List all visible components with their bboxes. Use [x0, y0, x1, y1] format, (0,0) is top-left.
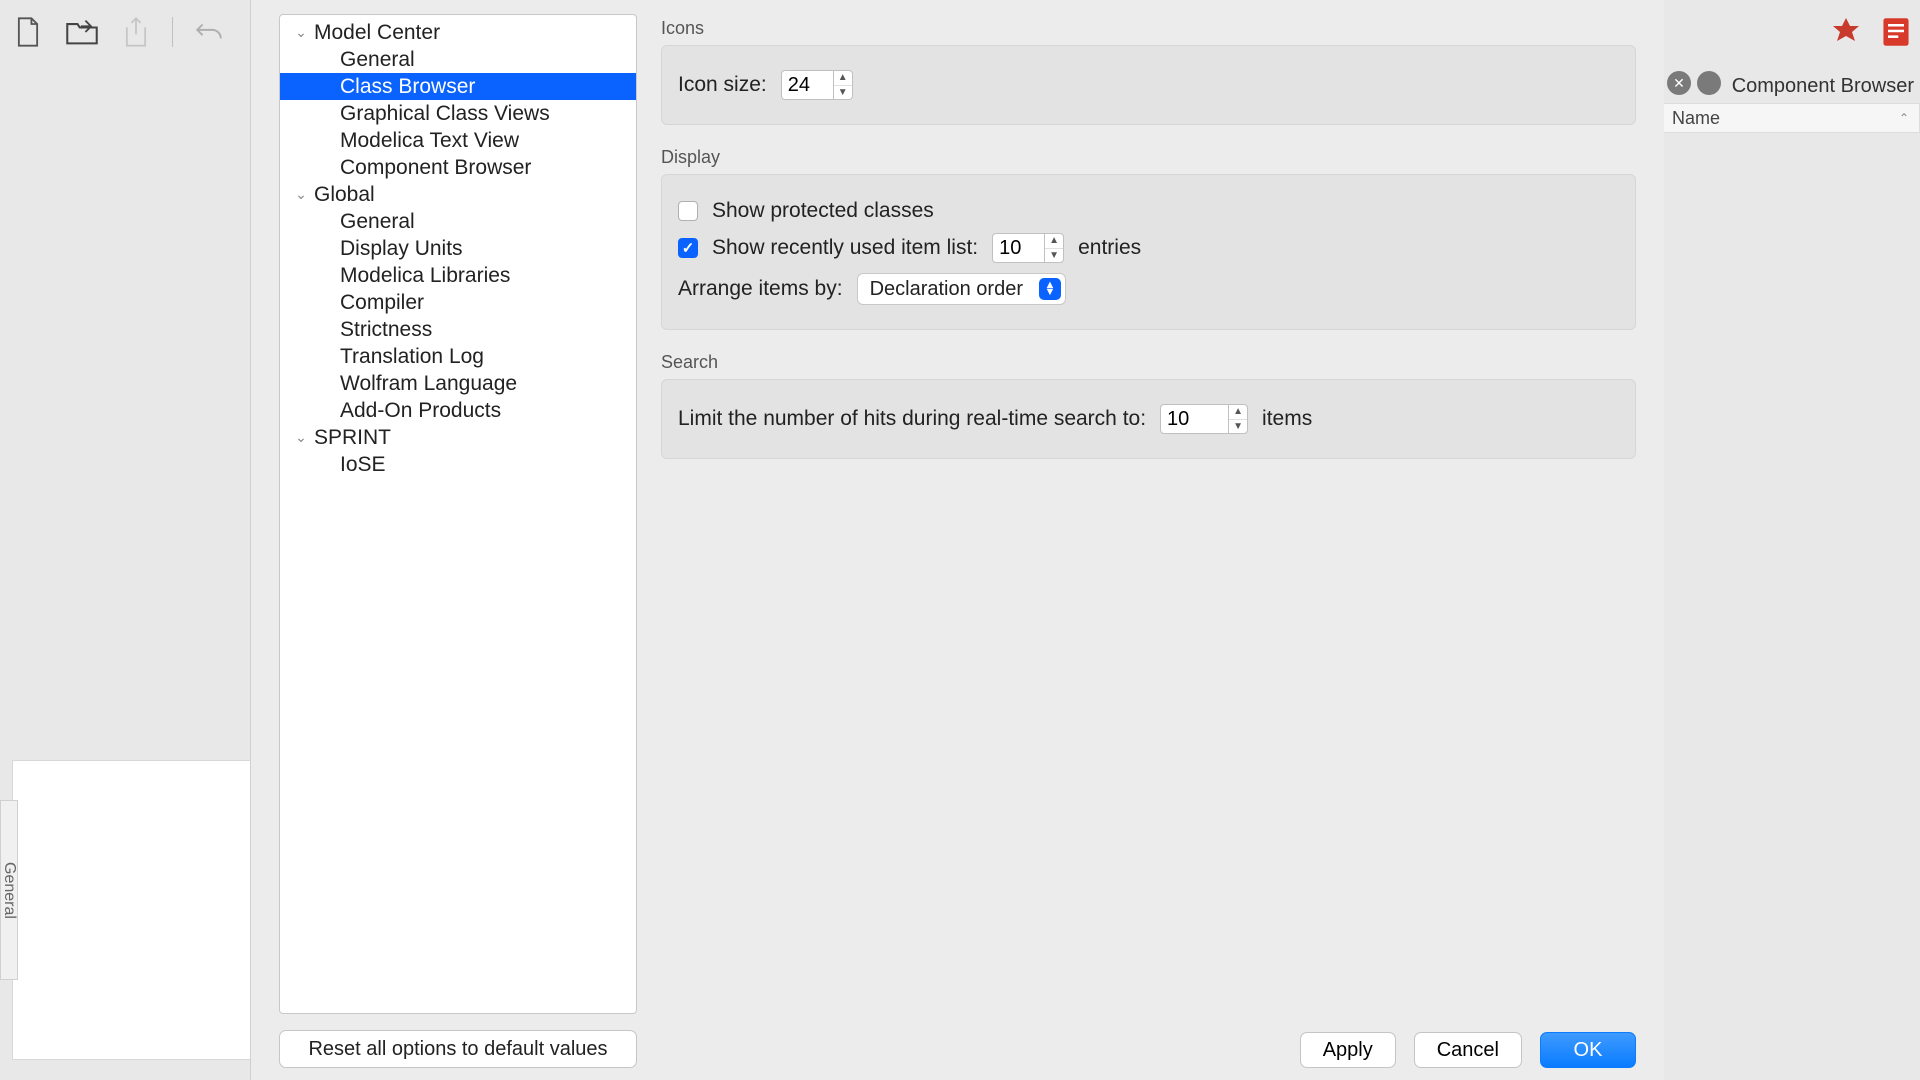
close-icon[interactable]: ✕	[1667, 71, 1691, 95]
icon-size-stepper[interactable]: ▲▼	[781, 70, 853, 100]
chevron-down-icon[interactable]: ⌄	[292, 24, 310, 41]
tree-item[interactable]: General	[280, 208, 636, 235]
recent-suffix: entries	[1078, 236, 1141, 260]
ok-button[interactable]: OK	[1540, 1032, 1636, 1068]
tree-group-label: SPRINT	[314, 426, 391, 450]
preferences-sidebar: ⌄Model CenterGeneralClass BrowserGraphic…	[279, 14, 637, 1014]
cancel-button[interactable]: Cancel	[1414, 1032, 1522, 1068]
tree-item[interactable]: Wolfram Language	[280, 370, 636, 397]
panel-column-header[interactable]: Name ⌃	[1661, 103, 1920, 133]
dialog-footer: Apply Cancel OK	[1300, 1032, 1636, 1068]
section-title-search: Search	[661, 352, 1636, 373]
recent-count-input[interactable]	[992, 233, 1044, 263]
tree-item-label: Translation Log	[340, 345, 484, 369]
stepper-up-icon[interactable]: ▲	[1045, 234, 1063, 249]
tree-item-label: Add-On Products	[340, 399, 501, 423]
show-protected-checkbox[interactable]	[678, 201, 698, 221]
undo-icon[interactable]	[191, 14, 227, 50]
section-title-icons: Icons	[661, 18, 1636, 39]
tree-item[interactable]: Add-On Products	[280, 397, 636, 424]
chevron-down-icon[interactable]: ⌄	[292, 186, 310, 203]
search-limit-stepper[interactable]: ▲▼	[1160, 404, 1248, 434]
show-protected-label: Show protected classes	[712, 199, 934, 223]
tree-item-label: Wolfram Language	[340, 372, 517, 396]
tree-item[interactable]: Display Units	[280, 235, 636, 262]
arrange-value: Declaration order	[870, 278, 1023, 301]
icon-size-label: Icon size:	[678, 73, 767, 97]
section-box-search: Limit the number of hits during real-tim…	[661, 379, 1636, 459]
tree-item[interactable]: Modelica Libraries	[280, 262, 636, 289]
tree-group-label: Model Center	[314, 21, 440, 45]
recent-count-stepper[interactable]: ▲▼	[992, 233, 1064, 263]
tree-item-label: Class Browser	[340, 75, 475, 99]
chevron-down-icon[interactable]: ⌄	[292, 429, 310, 446]
tree-item-label: Display Units	[340, 237, 463, 261]
tree-item-label: Compiler	[340, 291, 424, 315]
component-browser-panel: ✕ Component Browser Name ⌃	[1661, 65, 1920, 115]
wolfram-icon[interactable]	[1828, 14, 1864, 50]
section-title-display: Display	[661, 147, 1636, 168]
stepper-down-icon[interactable]: ▼	[834, 86, 852, 100]
tree-item[interactable]: General	[280, 46, 636, 73]
pin-icon[interactable]	[1697, 71, 1721, 95]
arrange-select[interactable]: Declaration order ▲▼	[857, 273, 1066, 305]
tree-group[interactable]: ⌄SPRINT	[280, 424, 636, 451]
select-arrows-icon: ▲▼	[1039, 278, 1061, 300]
tree-item[interactable]: Component Browser	[280, 154, 636, 181]
right-toolbar-icons-2	[1828, 14, 1914, 50]
docs-icon[interactable]	[1878, 14, 1914, 50]
tree-group-label: Global	[314, 183, 375, 207]
reset-defaults-button[interactable]: Reset all options to default values	[279, 1030, 637, 1068]
tree-item-label: Strictness	[340, 318, 432, 342]
tree-item-label: General	[340, 210, 415, 234]
search-limit-input[interactable]	[1160, 404, 1228, 434]
stepper-down-icon[interactable]: ▼	[1045, 249, 1063, 263]
tree-item-label: General	[340, 48, 415, 72]
tree-group[interactable]: ⌄Global	[280, 181, 636, 208]
sort-chevron-icon[interactable]: ⌃	[1899, 111, 1909, 125]
section-box-icons: Icon size: ▲▼	[661, 45, 1636, 125]
tree-item-label: Component Browser	[340, 156, 531, 180]
show-recent-label: Show recently used item list:	[712, 236, 978, 260]
preferences-tree[interactable]: ⌄Model CenterGeneralClass BrowserGraphic…	[280, 15, 636, 478]
open-folder-icon[interactable]	[64, 14, 100, 50]
preferences-content: Icons Icon size: ▲▼ Display Show protect…	[661, 18, 1636, 481]
background-panel	[12, 760, 252, 1060]
tree-item[interactable]: IoSE	[280, 451, 636, 478]
search-limit-label: Limit the number of hits during real-tim…	[678, 407, 1146, 431]
search-limit-suffix: items	[1262, 407, 1312, 431]
section-box-display: Show protected classes ✓ Show recently u…	[661, 174, 1636, 330]
tree-group[interactable]: ⌄Model Center	[280, 19, 636, 46]
tree-item-label: Modelica Libraries	[340, 264, 510, 288]
main-toolbar	[0, 0, 250, 64]
apply-button[interactable]: Apply	[1300, 1032, 1396, 1068]
preferences-dialog: ⌄Model CenterGeneralClass BrowserGraphic…	[250, 0, 1664, 1080]
tree-item[interactable]: Translation Log	[280, 343, 636, 370]
tree-item-label: Modelica Text View	[340, 129, 519, 153]
arrange-label: Arrange items by:	[678, 277, 843, 301]
icon-size-input[interactable]	[781, 70, 833, 100]
tree-item-label: IoSE	[340, 453, 386, 477]
stepper-up-icon[interactable]: ▲	[1229, 405, 1247, 420]
show-recent-checkbox[interactable]: ✓	[678, 238, 698, 258]
stepper-up-icon[interactable]: ▲	[834, 71, 852, 86]
column-name: Name	[1672, 108, 1720, 129]
tree-item-label: Graphical Class Views	[340, 102, 550, 126]
left-tab-general[interactable]: General	[0, 800, 18, 980]
tree-item[interactable]: Strictness	[280, 316, 636, 343]
export-icon[interactable]	[118, 14, 154, 50]
tree-item[interactable]: Modelica Text View	[280, 127, 636, 154]
stepper-down-icon[interactable]: ▼	[1229, 420, 1247, 434]
tree-item[interactable]: Graphical Class Views	[280, 100, 636, 127]
tree-item[interactable]: Class Browser	[280, 73, 636, 100]
toolbar-separator	[172, 17, 173, 47]
tree-item[interactable]: Compiler	[280, 289, 636, 316]
new-file-icon[interactable]	[10, 14, 46, 50]
panel-title: Component Browser	[1732, 75, 1914, 98]
